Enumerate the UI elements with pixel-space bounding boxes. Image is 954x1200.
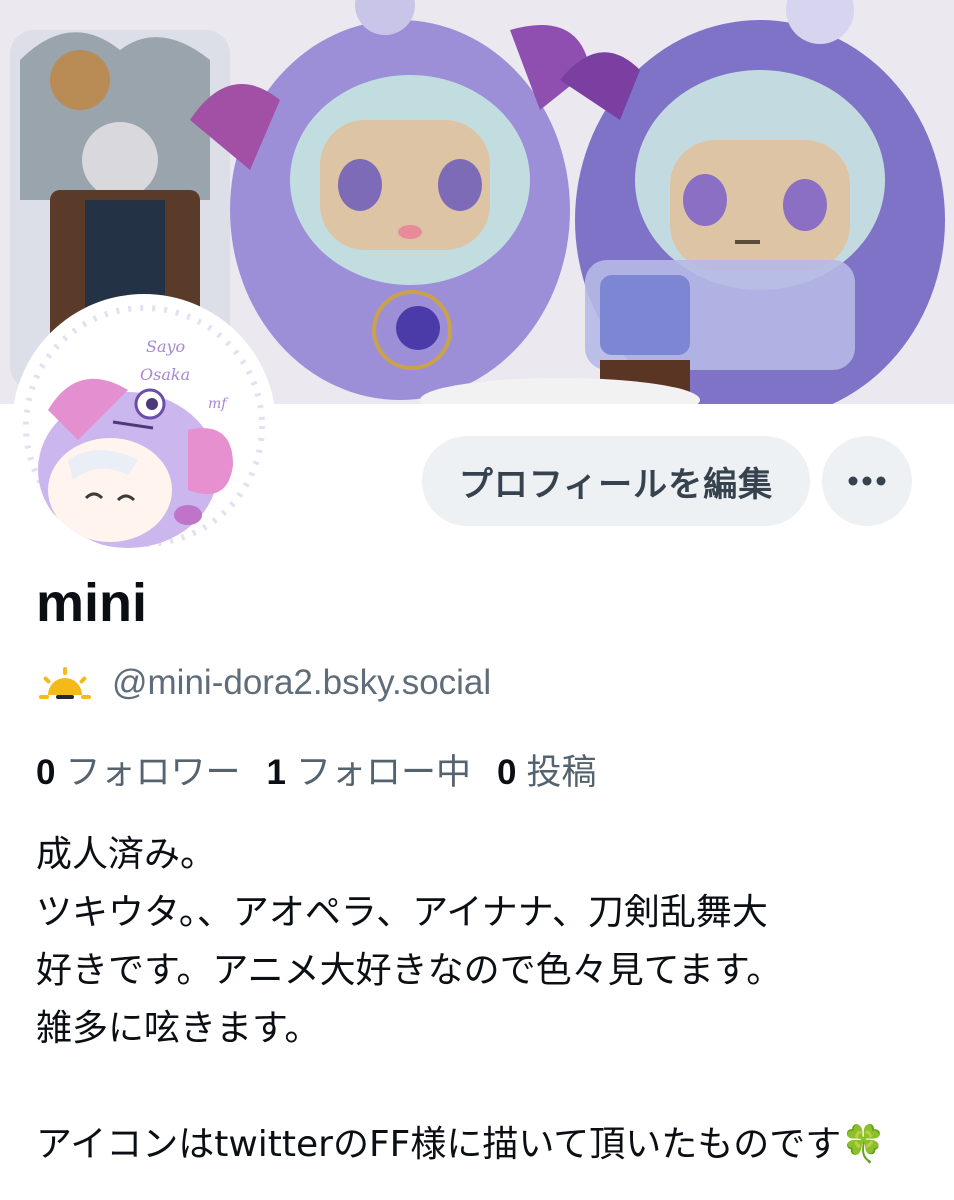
avatar-illustration: Sayo Osaka mf bbox=[18, 300, 270, 552]
profile-page: Sayo Osaka mf プロフィールを編集 mini @mini-dora2… bbox=[0, 0, 954, 1200]
display-name: mini bbox=[36, 573, 148, 633]
avatar-text-3: mf bbox=[208, 396, 229, 412]
sun-icon bbox=[39, 667, 91, 699]
user-handle[interactable]: @mini-dora2.bsky.social bbox=[112, 663, 491, 703]
more-options-button[interactable] bbox=[822, 436, 912, 526]
clover-icon: 🍀 bbox=[841, 1124, 887, 1165]
following-stat[interactable]: 1 フォロー中 bbox=[266, 744, 470, 795]
bio-spacer bbox=[36, 1058, 916, 1116]
followers-count: 0 bbox=[36, 753, 56, 792]
avatar-text-1: Sayo bbox=[146, 337, 185, 356]
profile-avatar[interactable]: Sayo Osaka mf bbox=[18, 300, 270, 552]
posts-label: 投稿 bbox=[526, 753, 597, 793]
profile-bio: 成人済み。 ツキウタ。、アオペラ、アイナナ、刀剣乱舞大 好きです。アニメ大好きな… bbox=[36, 826, 916, 1174]
followers-stat[interactable]: 0 フォロワー bbox=[36, 744, 240, 795]
bio-line: 成人済み。 bbox=[36, 834, 217, 875]
bio-line: 雑多に呟きます。 bbox=[36, 1008, 321, 1049]
bio-line: ツキウタ。、アオペラ、アイナナ、刀剣乱舞大 bbox=[36, 892, 768, 933]
posts-count: 0 bbox=[496, 753, 517, 792]
edit-profile-label: プロフィールを編集 bbox=[458, 464, 774, 505]
bio-line: 好きです。アニメ大好きなので色々見てます。 bbox=[36, 950, 783, 991]
avatar-text-2: Osaka bbox=[140, 365, 190, 384]
profile-stats: 0 フォロワー 1 フォロー中 0 投稿 bbox=[36, 744, 622, 795]
more-horizontal-icon bbox=[848, 476, 886, 486]
posts-stat: 0 投稿 bbox=[497, 744, 596, 795]
bio-line-text: アイコンはtwitterのFF様に描いて頂いたものです bbox=[36, 1124, 842, 1165]
bio-line: アイコンはtwitterのFF様に描いて頂いたものです🍀 bbox=[36, 1116, 916, 1174]
following-count: 1 bbox=[266, 753, 286, 792]
following-label: フォロー中 bbox=[295, 753, 471, 793]
followers-label: フォロワー bbox=[65, 753, 241, 793]
edit-profile-button[interactable]: プロフィールを編集 bbox=[422, 436, 810, 526]
handle-row: @mini-dora2.bsky.social bbox=[36, 660, 491, 706]
